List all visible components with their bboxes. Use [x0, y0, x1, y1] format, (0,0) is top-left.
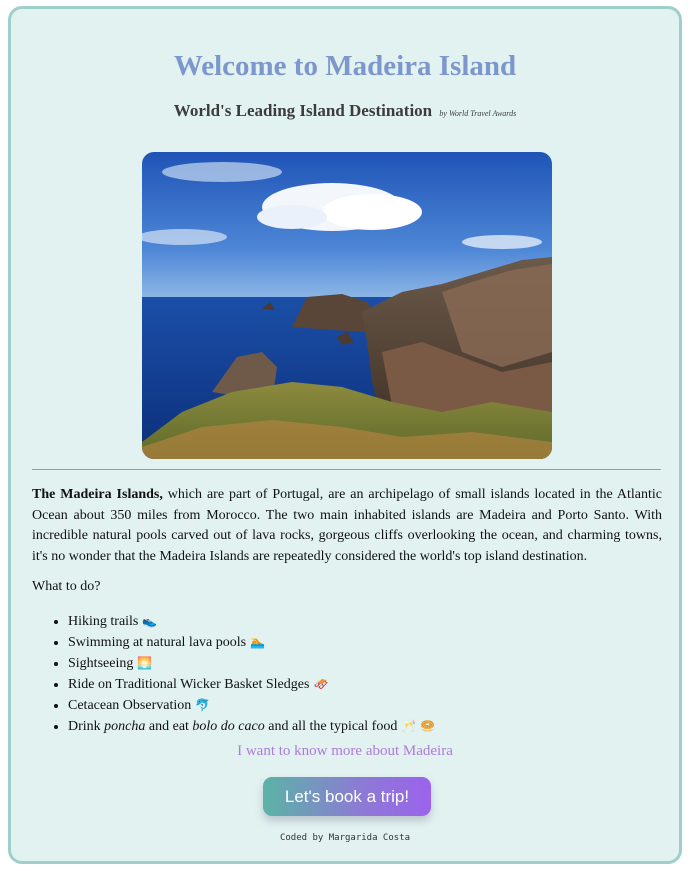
sunrise-icon: 🌅 [137, 656, 153, 670]
food-mid: and eat [145, 719, 193, 734]
drink-name: poncha [104, 719, 146, 734]
list-item: Swimming at natural lava pools🏊 [68, 632, 435, 653]
list-item: Sightseeing🌅 [68, 653, 435, 674]
list-item: Ride on Traditional Wicker Basket Sledge… [68, 674, 435, 695]
intro-lead: The Madeira Islands, [32, 487, 163, 502]
book-trip-button[interactable]: Let's book a trip! [263, 777, 431, 816]
activity-label: Sightseeing [68, 656, 134, 671]
activity-label: Ride on Traditional Wicker Basket Sledge… [68, 677, 310, 692]
subtitle-text: World's Leading Island Destination [173, 101, 433, 120]
shoe-icon: 👟 [142, 614, 158, 628]
list-item: Cetacean Observation🐬 [68, 695, 435, 716]
page-subtitle: World's Leading Island Destination by Wo… [11, 101, 679, 121]
activity-label: Swimming at natural lava pools [68, 635, 247, 650]
award-note: by World Travel Awards [439, 109, 517, 118]
page-title: Welcome to Madeira Island [173, 50, 517, 82]
section-divider [32, 469, 661, 470]
footer-credit: Coded by Margarida Costa [279, 833, 411, 843]
activities-list: Hiking trails👟 Swimming at natural lava … [32, 611, 435, 737]
list-item: Drink poncha and eat bolo do caco and al… [68, 716, 435, 737]
landscape-image [142, 152, 552, 459]
dolphin-icon: 🐬 [195, 698, 211, 712]
sledge-icon: 🛷 [313, 677, 329, 691]
activity-label: Cetacean Observation [68, 698, 192, 713]
activities-heading: What to do? [32, 579, 101, 594]
food-post: and all the typical food [264, 719, 398, 734]
cheers-bread-icon: 🥂 🥯 [401, 719, 436, 733]
intro-paragraph: The Madeira Islands, which are part of P… [32, 485, 662, 567]
food-pre: Drink [68, 719, 105, 734]
learn-more-link[interactable]: I want to know more about Madeira [11, 743, 679, 760]
food-name: bolo do caco [192, 719, 265, 734]
activity-label: Hiking trails [68, 614, 139, 629]
page-card: Welcome to Madeira Island World's Leadin… [8, 6, 682, 864]
madeira-coast-photo [142, 152, 552, 459]
list-item: Hiking trails👟 [68, 611, 435, 632]
swimmer-icon: 🏊 [250, 635, 266, 649]
